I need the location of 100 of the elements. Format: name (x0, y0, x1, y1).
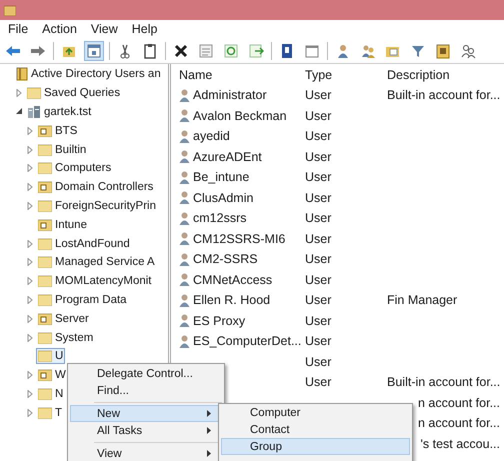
user-icon (179, 314, 190, 328)
table-cell: User (305, 129, 332, 144)
list-item[interactable]: cm12ssrs (193, 211, 246, 226)
tree-item[interactable]: T (55, 406, 62, 419)
table-cell: User (305, 354, 332, 369)
expand-arrow-icon[interactable] (27, 258, 33, 266)
list-item[interactable]: Be_intune (193, 170, 250, 184)
column-header[interactable]: Description (387, 68, 504, 82)
menu-item[interactable]: View (84, 22, 126, 36)
expand-arrow-icon[interactable] (27, 146, 33, 154)
table-cell: 's test accou... (420, 436, 500, 451)
table-cell: Fin Manager (387, 293, 458, 308)
expand-arrow-icon[interactable] (27, 202, 33, 210)
menu-item[interactable]: Action (36, 22, 85, 36)
tree-item[interactable]: Saved Queries (44, 87, 120, 100)
user-icon (179, 170, 190, 184)
domain-icon (27, 104, 41, 119)
menu-item[interactable]: File (2, 22, 36, 36)
tree-item[interactable]: N (55, 388, 64, 400)
tree-item[interactable]: Domain Controllers (55, 181, 154, 194)
tree-item[interactable]: MOMLatencyMonit (55, 275, 152, 288)
tree-item[interactable]: BTS (55, 124, 78, 137)
users-icon[interactable] (360, 42, 376, 58)
list-item[interactable]: CM2-SSRS (193, 252, 258, 266)
table-cell: User (305, 293, 332, 308)
expand-arrow-icon[interactable] (27, 296, 33, 304)
expand-arrow-icon[interactable] (27, 277, 33, 286)
tree-item[interactable]: Computers (55, 162, 112, 174)
menu-item[interactable]: Find... (70, 382, 222, 399)
list-item[interactable]: AzureADEnt (193, 150, 262, 164)
tree-item[interactable]: Intune (55, 218, 87, 231)
tree-item[interactable]: W (55, 369, 66, 382)
table-cell: User (305, 272, 332, 287)
window-icon[interactable] (304, 42, 320, 58)
table-cell: User (305, 170, 332, 184)
export-icon[interactable] (248, 42, 264, 58)
tree-item[interactable]: Program Data (55, 294, 127, 306)
delete-icon[interactable] (173, 42, 189, 58)
table-cell: User (305, 108, 332, 123)
table-cell: User (305, 88, 332, 102)
table-cell: n account for... (418, 396, 500, 410)
properties-icon[interactable] (198, 42, 214, 58)
user-icon (179, 88, 190, 102)
menu-item[interactable]: All Tasks (70, 422, 222, 439)
user-icon (179, 150, 190, 164)
tree-item[interactable]: Active Directory Users an (31, 68, 161, 80)
user-icon (179, 273, 190, 286)
expand-arrow-icon[interactable] (27, 408, 33, 417)
clipboard-icon[interactable] (142, 42, 158, 58)
table-cell: Built-in account for... (387, 375, 500, 390)
list-item[interactable]: Ellen R. Hood (193, 293, 270, 308)
menu-item[interactable]: Delegate Control... (70, 365, 222, 382)
console-tree-icon[interactable] (86, 42, 102, 58)
menu-item[interactable]: Help (126, 22, 166, 36)
list-item[interactable]: Administrator (193, 88, 267, 102)
menu-item[interactable]: Group (221, 438, 410, 455)
expand-arrow-icon[interactable] (27, 371, 33, 380)
expand-arrow-icon[interactable] (16, 89, 22, 98)
tree-item[interactable]: gartek.tst (44, 106, 92, 118)
table-cell: Built-in account for... (387, 88, 500, 102)
list-item[interactable]: ES Proxy (193, 314, 246, 328)
user-icon (179, 212, 190, 225)
list-item[interactable]: CM12SSRS-MI6 (193, 232, 286, 246)
table-cell: User (305, 211, 332, 226)
list-item[interactable]: CMNetAccess (193, 272, 272, 287)
list-item[interactable]: Avalon Beckman (193, 108, 287, 123)
table-cell: User (305, 232, 332, 246)
table-cell: n account for... (418, 416, 500, 430)
expand-arrow-icon[interactable] (27, 126, 33, 135)
tree-item[interactable]: Builtin (55, 144, 86, 156)
user-icon[interactable] (335, 42, 351, 58)
menu-item[interactable]: View (70, 445, 222, 461)
users-icon[interactable] (460, 42, 476, 58)
list-item[interactable]: ES_ComputerDet... (193, 334, 302, 348)
expand-arrow-icon[interactable] (27, 240, 33, 248)
expand-arrow-icon[interactable] (27, 164, 33, 172)
tree-item[interactable]: ForeignSecurityPrin (55, 200, 156, 212)
expand-arrow-icon[interactable] (27, 334, 33, 342)
list-item[interactable]: ClusAdmin (193, 190, 254, 205)
expand-arrow-icon[interactable] (27, 314, 33, 323)
table-cell: User (305, 314, 332, 328)
user-icon (179, 191, 190, 204)
column-header[interactable]: Type (305, 68, 387, 82)
list-item[interactable]: ayedid (193, 129, 230, 144)
expand-arrow-icon[interactable] (27, 390, 33, 398)
collapse-arrow-icon[interactable] (16, 108, 22, 116)
tree-item[interactable]: Server (55, 312, 89, 325)
user-icon (179, 334, 190, 348)
user-icon (179, 130, 190, 143)
table-cell: User (305, 334, 332, 348)
tree-item[interactable]: Managed Service A (55, 256, 155, 268)
tree-item[interactable]: LostAndFound (55, 238, 130, 250)
table-cell: User (305, 190, 332, 205)
table-cell: User (305, 375, 332, 390)
tree-item[interactable]: System (55, 332, 94, 344)
menu-item[interactable]: Computer (221, 404, 410, 421)
expand-arrow-icon[interactable] (27, 183, 33, 192)
column-header[interactable]: Name (171, 68, 305, 82)
menu-item[interactable]: Contact (221, 421, 410, 438)
user-icon (179, 294, 190, 307)
